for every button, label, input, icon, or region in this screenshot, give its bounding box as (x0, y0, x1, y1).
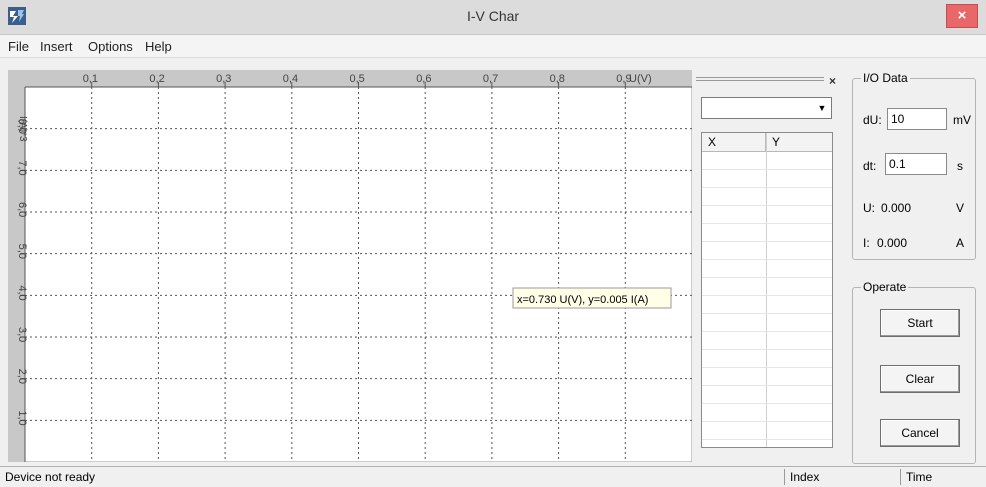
table-row (702, 259, 832, 260)
table-row (702, 277, 832, 278)
column-divider (766, 133, 767, 447)
menu-file[interactable]: File (8, 39, 29, 54)
operate-group: Operate Start Clear Cancel (852, 280, 976, 464)
table-row (702, 385, 832, 386)
menu-options[interactable]: Options (88, 39, 133, 54)
table-row (702, 205, 832, 206)
window-title: I-V Char (466, 8, 520, 24)
du-unit: mV (953, 113, 971, 127)
status-bar: Device not ready Index Time (0, 466, 986, 487)
i-label: I: (863, 236, 870, 250)
x-tick-label: 0,7 (483, 73, 498, 85)
menu-help[interactable]: Help (145, 39, 172, 54)
panel-close-icon[interactable]: × (829, 74, 836, 88)
table-row (702, 403, 832, 404)
table-row (702, 421, 832, 422)
status-message: Device not ready (5, 470, 96, 484)
series-select[interactable]: ▼ (701, 97, 832, 119)
grip-line (696, 77, 824, 78)
cursor-readout: x=0.730 U(V), y=0.005 I(A) (517, 294, 648, 306)
table-row (702, 313, 832, 314)
start-button[interactable]: Start (880, 309, 960, 337)
x-tick-label: 0,4 (283, 73, 298, 85)
dt-label: dt: (863, 159, 877, 173)
i-unit: A (956, 236, 965, 250)
y-tick-label: 6,0 (16, 202, 28, 217)
u-value: 0.000 (881, 201, 912, 215)
du-input[interactable] (887, 108, 947, 130)
y-tick-label: 2,0 (16, 369, 28, 384)
cursor-tooltip: x=0.730 U(V), y=0.005 I(A) (512, 287, 672, 309)
table-row (702, 169, 832, 170)
table-row (702, 187, 832, 188)
x-axis-unit: U(V) (629, 73, 652, 85)
column-header-x[interactable]: X (702, 133, 766, 151)
clear-button[interactable]: Clear (880, 365, 960, 393)
y-tick-label: 5,0 (16, 244, 28, 259)
operate-title: Operate (861, 280, 909, 294)
title-bar[interactable]: I-V Char × (0, 0, 986, 35)
u-unit: V (956, 201, 965, 215)
cancel-button[interactable]: Cancel (880, 419, 960, 447)
x-tick-label: 0,2 (149, 73, 164, 85)
y-axis-top-label: I(A)*3 (17, 116, 28, 142)
app-window: I-V Char × File Insert Options Help 0,1 0… (0, 0, 986, 487)
iv-chart[interactable]: 0,1 0,2 0,3 0,4 0,5 0,6 0,7 0,8 0,9 1,02,03,04,0… (8, 70, 692, 462)
table-row (702, 223, 832, 224)
du-label: dU: (863, 113, 882, 127)
xy-data-table[interactable]: X Y (701, 132, 833, 448)
table-header: X Y (702, 133, 832, 152)
io-data-group: I/O Data dU: mV dt: s U: 0.000 V I: 0.00… (852, 71, 976, 260)
y-tick-label: 3,0 (16, 327, 28, 342)
x-tick-label: 0,1 (83, 73, 98, 85)
y-tick-label: 7,0 (16, 160, 28, 175)
table-row (702, 241, 832, 242)
y-tick-label: 4,0 (16, 285, 28, 300)
column-header-y[interactable]: Y (766, 133, 832, 151)
dt-input[interactable] (885, 153, 947, 175)
chart-area[interactable]: 0,1 0,2 0,3 0,4 0,5 0,6 0,7 0,8 0,9 1,0 2,0 3,0 4,0… (8, 70, 692, 462)
dt-unit: s (957, 159, 963, 173)
x-tick-label: 0,5 (350, 73, 365, 85)
x-tick-label: 0,8 (550, 73, 565, 85)
table-row (702, 367, 832, 368)
grip-line (696, 80, 824, 81)
panel-grip[interactable]: × (694, 72, 842, 88)
dropdown-arrow-icon[interactable]: ▼ (815, 100, 829, 116)
table-row (702, 331, 832, 332)
table-row (702, 349, 832, 350)
x-tick-label: 0,3 (216, 73, 231, 85)
u-label: U: (863, 201, 875, 215)
status-index: Index (784, 469, 896, 485)
menu-insert[interactable]: Insert (40, 39, 73, 54)
table-row (702, 439, 832, 440)
x-tick-label: 0,6 (416, 73, 431, 85)
table-row (702, 295, 832, 296)
data-list-panel: × ▼ X Y (694, 70, 844, 462)
i-value: 0.000 (877, 236, 908, 250)
close-button[interactable]: × (946, 4, 978, 28)
y-tick-label: 1,0 (16, 410, 28, 425)
status-time: Time (900, 469, 986, 485)
io-data-title: I/O Data (861, 71, 910, 85)
menu-bar: File Insert Options Help (0, 35, 986, 58)
